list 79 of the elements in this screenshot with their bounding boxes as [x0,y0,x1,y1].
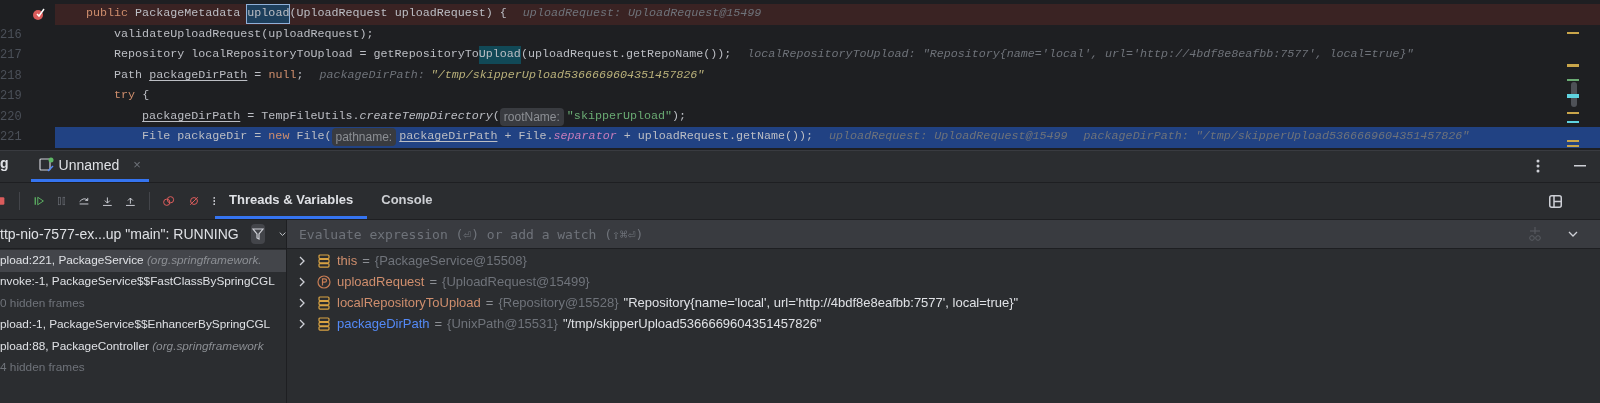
code-text: + File. [504,128,554,146]
inline-debug-value: packageDirPath: "/tmp/skipperUpload5366669604351457826" [1083,128,1470,146]
code-text: + uploadRequest.getName()); [623,128,814,146]
code-text: ; [296,66,304,84]
field-name: separator [553,128,617,146]
chevron-down-icon[interactable] [278,231,286,237]
inline-debug-value: uploadRequest: UploadRequest@15499 [522,5,762,23]
code-text: Repository localRepositoryToUpload = getRepositoryTo [114,46,479,64]
code-text: PackageMetadata [135,5,242,23]
stack-frame[interactable]: pload:-1, PackageService$$EnhancerBySpringCGL [0,314,286,336]
expand-icon[interactable] [299,255,305,266]
equals-sign: = [362,251,370,270]
parameter-icon [317,274,331,289]
resume-icon[interactable] [33,194,44,208]
code-text: { [142,87,150,105]
code-text: ); [672,107,687,125]
variable-icon [317,253,331,268]
chevron-down-icon[interactable] [1568,231,1578,237]
variable-value: "Repository{name='local', url='http://4bdf8e8eafbb:7577', local=true}" [623,293,1019,312]
variable-icon [317,295,331,310]
run-config-icon [38,157,55,173]
string-literal: "skipperUpload" [566,107,673,125]
equals-sign: = [434,314,443,333]
expand-icon[interactable] [299,276,305,287]
variable-name[interactable]: this [337,250,358,271]
code-text: validateUploadRequest(uploadRequest); [114,25,374,43]
minimize-icon[interactable] [1574,165,1586,167]
code-keyword: try [114,87,136,105]
tool-window-title: g [0,154,9,173]
equals-sign: = [485,293,494,312]
variable-type: {Repository@15528} [498,293,619,312]
inline-debug-value: localRepositoryToUpload: "Repository{name='local', url='http://4bdf8e8eafbb:7577', local=true}" [747,46,1414,64]
stop-icon[interactable] [0,194,5,208]
more-icon[interactable] [1536,159,1540,173]
code-text: (uploadRequest.getRepoName()); [520,46,732,64]
stack-frame[interactable]: pload:88, PackageController (org.springframework [0,336,286,358]
variable-name: packageDirPath [149,66,248,84]
variable-type: {PackageService@15508} [374,251,527,270]
stack-frame[interactable]: nvoke:-1, PackageService$$FastClassBySpringCGL [0,271,286,293]
panel-tab[interactable]: Console [367,183,447,219]
debug-session-tab[interactable]: Unnamed × [30,151,149,182]
thread-selector[interactable]: ttp-nio-7577-ex...up "main": RUNNING [0,223,239,245]
method-name: createTempDirectory [359,107,493,125]
breakpoints-icon[interactable] [163,193,175,209]
inline-debug-value: packageDirPath: [319,66,425,84]
inline-debug-value: uploadRequest: UploadRequest@15499 [829,128,1068,146]
code-keyword: new [268,128,290,146]
variable-name: packageDirPath [399,128,498,146]
code-keyword: public [86,5,130,23]
evaluate-expression-field[interactable]: Evaluate expression (⏎) or add a watch (⇧⌘⏎) [287,220,1600,248]
code-keyword: null [268,66,297,84]
variable-value: "/tmp/skipperUpload5366669604351457826" [562,314,822,333]
variable-type: {UploadRequest@15499} [442,272,590,291]
expand-icon[interactable] [299,297,305,308]
more-icon[interactable] [212,194,215,208]
variable-name[interactable]: uploadRequest [337,271,425,292]
code-text: Upload [478,46,521,64]
code-text: Path [114,66,144,84]
filter-icon [251,228,264,240]
code-text: upload [247,5,290,23]
parameter-hint: rootName: [499,107,564,126]
variable-name: packageDirPath [142,107,241,125]
variable-icon [317,316,331,331]
inline-debug-value: "/tmp/skipperUpload5366669604351457826" [430,66,705,84]
equals-sign: = [429,272,438,291]
code-text: = TempFileUtils. [247,107,360,125]
parameter-hint: pathname: [331,128,397,147]
code-text: File( [296,128,332,146]
code-text: = [254,66,263,84]
variable-type: {UnixPath@15531} [447,314,558,333]
filter-button[interactable] [250,224,265,244]
layout-icon[interactable] [1549,194,1562,208]
stack-frame[interactable]: pload:221, PackageService (org.springframework. [0,250,286,272]
code-text: ( [492,107,500,125]
variable-name[interactable]: localRepositoryToUpload [337,292,481,313]
variable-name[interactable]: packageDirPath [337,313,430,334]
breakpoint-icon[interactable] [31,7,45,22]
code-text: File packageDir = [142,128,263,146]
expand-icon[interactable] [299,318,305,329]
